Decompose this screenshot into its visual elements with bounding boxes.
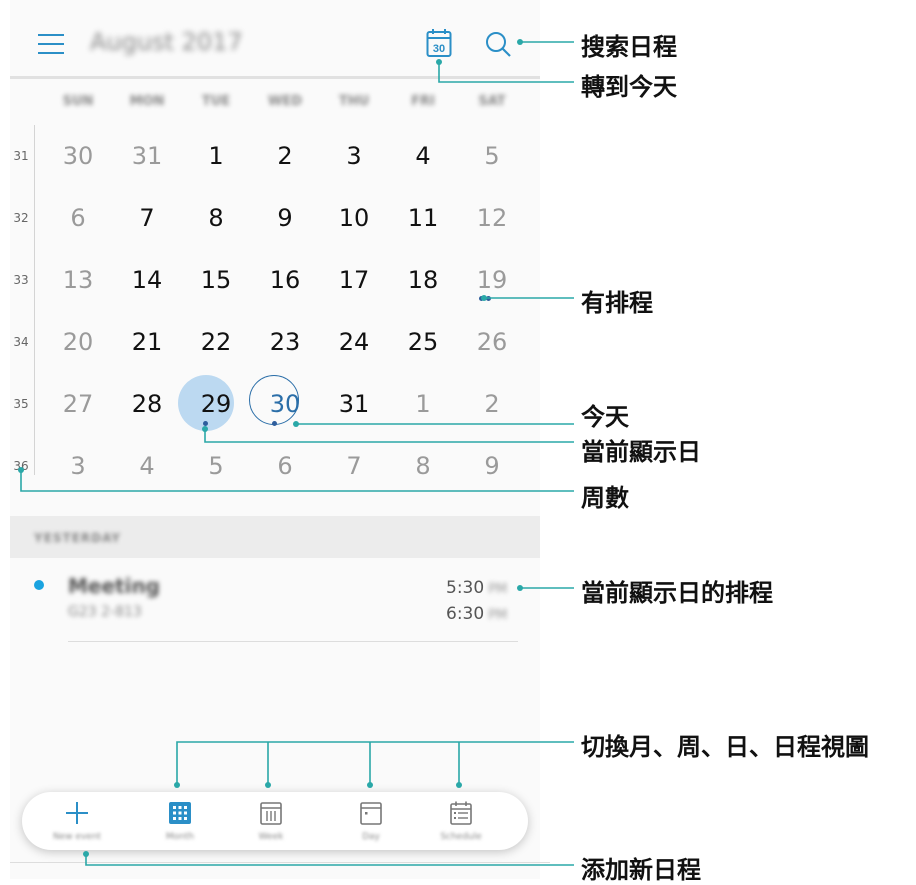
annotation-goto-today: 轉到今天 <box>581 73 677 101</box>
annotation-search: 搜索日程 <box>581 33 677 61</box>
annotation-has-schedule: 有排程 <box>581 289 653 317</box>
annotation-today: 今天 <box>581 403 629 431</box>
annotation-switch-views: 切換月、周、日、日程視圖 <box>581 733 869 761</box>
annotation-week-number: 周數 <box>581 484 629 512</box>
annotation-add-schedule: 添加新日程 <box>581 856 701 884</box>
annotation-current-day-schedule: 當前顯示日的排程 <box>581 579 773 607</box>
annotation-current-day: 當前顯示日 <box>581 438 701 466</box>
